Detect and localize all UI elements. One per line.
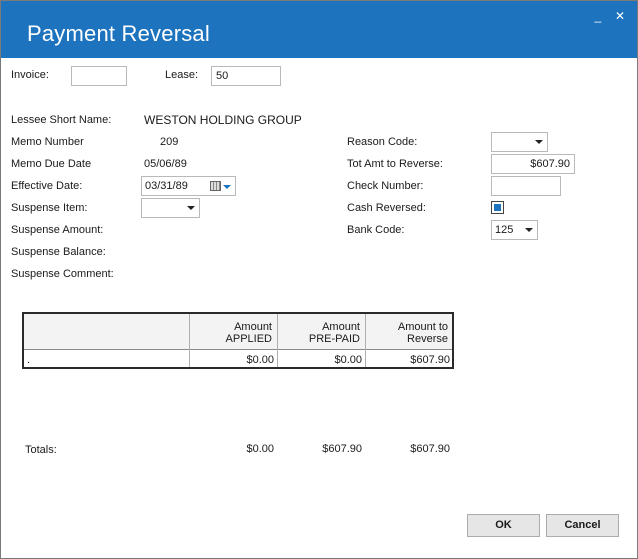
cell-prepaid[interactable]: $0.00 — [278, 353, 362, 367]
memo-number-value: 209 — [160, 136, 179, 148]
ok-button[interactable]: OK — [467, 514, 540, 537]
header-applied[interactable]: Amount APPLIED — [190, 321, 272, 345]
effective-date-picker[interactable]: 03/31/89 — [141, 176, 236, 196]
header-applied-line2: APPLIED — [225, 333, 272, 345]
payment-reversal-dialog: Payment Reversal _ ✕ Invoice: Lease: 50 … — [0, 0, 638, 559]
cash-reversed-checkbox[interactable] — [491, 201, 504, 214]
chevron-down-icon — [525, 228, 533, 232]
title-bar: Payment Reversal _ ✕ — [1, 1, 637, 58]
memo-number-label: Memo Number — [11, 136, 84, 148]
invoice-field[interactable] — [71, 66, 127, 86]
cell-applied[interactable]: $0.00 — [190, 353, 274, 367]
cell-reverse[interactable]: $607.90 — [366, 353, 450, 367]
suspense-comment-label: Suspense Comment: — [11, 268, 114, 280]
effective-date-label: Effective Date: — [11, 180, 83, 192]
calendar-icon[interactable] — [210, 181, 221, 191]
lessee-short-name-label: Lessee Short Name: — [11, 114, 112, 126]
bank-code-value: 125 — [495, 224, 514, 236]
suspense-balance-label: Suspense Balance: — [11, 246, 106, 258]
total-applied: $0.00 — [246, 443, 274, 455]
tot-amt-to-reverse-field[interactable]: $607.90 — [491, 154, 575, 174]
check-number-label: Check Number: — [347, 180, 424, 192]
lease-label: Lease: — [165, 69, 199, 81]
chevron-down-icon[interactable] — [223, 185, 231, 189]
reversal-amounts-grid[interactable]: Amount APPLIED Amount PRE-PAID Amount to… — [22, 312, 454, 369]
dialog-title: Payment Reversal — [27, 21, 210, 46]
tot-amt-to-reverse-label: Tot Amt to Reverse: — [347, 158, 443, 170]
header-prepaid-line2: PRE-PAID — [308, 333, 360, 345]
total-prepaid: $607.90 — [322, 443, 362, 455]
bank-code-select[interactable]: 125 — [491, 220, 538, 240]
chevron-down-icon — [535, 140, 543, 144]
header-reverse-line2: Reverse — [407, 333, 448, 345]
check-number-field[interactable] — [491, 176, 561, 196]
close-button[interactable]: ✕ — [613, 9, 627, 23]
total-reverse: $607.90 — [410, 443, 450, 455]
reason-code-label: Reason Code: — [347, 136, 418, 148]
cash-reversed-label: Cash Reversed: — [347, 202, 426, 214]
row-indicator: . — [27, 354, 31, 366]
header-prepaid-line1: Amount — [322, 321, 360, 333]
memo-due-date-value: 05/06/89 — [144, 158, 187, 170]
checkbox-check-mark — [494, 204, 501, 211]
memo-due-date-label: Memo Due Date — [11, 158, 92, 170]
bank-code-label: Bank Code: — [347, 224, 405, 236]
header-prepaid[interactable]: Amount PRE-PAID — [278, 321, 360, 345]
header-reverse-line1: Amount to — [397, 321, 448, 333]
cancel-button[interactable]: Cancel — [546, 514, 619, 537]
suspense-amount-label: Suspense Amount: — [11, 224, 104, 236]
minimize-button[interactable]: _ — [591, 9, 605, 23]
lease-field[interactable]: 50 — [211, 66, 281, 86]
suspense-item-label: Suspense Item: — [11, 202, 88, 214]
totals-label: Totals: — [25, 444, 57, 456]
header-reverse[interactable]: Amount to Reverse — [366, 321, 448, 345]
header-applied-line1: Amount — [234, 321, 272, 333]
suspense-item-select[interactable] — [141, 198, 200, 218]
reason-code-select[interactable] — [491, 132, 548, 152]
invoice-label: Invoice: — [11, 69, 49, 81]
effective-date-value: 03/31/89 — [145, 180, 188, 192]
lessee-short-name-value: WESTON HOLDING GROUP — [144, 113, 302, 127]
chevron-down-icon — [187, 206, 195, 210]
